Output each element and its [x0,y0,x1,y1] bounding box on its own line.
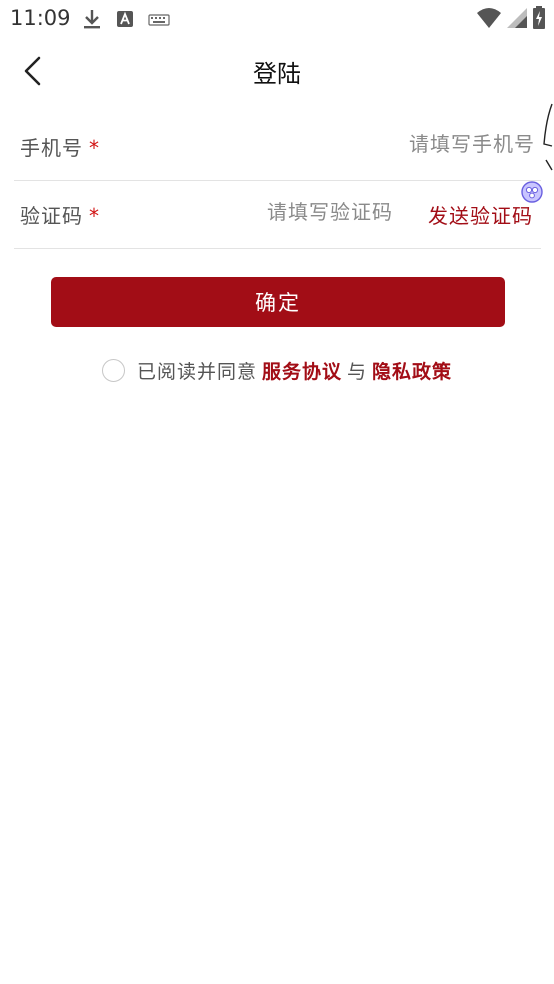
status-system-icons [476,6,546,34]
floating-assistant-icon[interactable] [520,180,544,204]
phone-input[interactable] [235,126,535,162]
required-mark: * [89,136,100,160]
phone-label: 手机号 * [20,132,100,161]
keyboard-icon [148,12,170,31]
code-label-text: 验证码 [20,204,83,228]
required-mark: * [89,204,100,228]
battery-charging-icon [532,6,546,34]
edge-handle-decoration [542,100,554,184]
confirm-button[interactable]: 确定 [51,277,505,327]
text-a-icon [116,10,134,32]
privacy-link[interactable]: 隐私政策 [372,357,452,384]
code-label: 验证码 * [20,200,100,229]
status-bar: 11:09 [0,0,554,38]
code-input[interactable] [163,194,393,230]
send-code-button[interactable]: 发送验证码 [428,200,533,229]
cellular-signal-icon [506,7,528,33]
agreement-prefix: 已阅读并同意 [136,360,257,383]
terms-link[interactable]: 服务协议 [262,357,342,384]
nav-bar: 登陆 [0,40,554,100]
agreement-conjunction: 与 [347,360,368,383]
status-notification-icons [82,8,170,34]
download-icon [82,8,102,34]
agreement-row: 已阅读并同意 服务协议 与 隐私政策 [0,354,554,386]
phone-row: 手机号 * [14,112,541,181]
agree-checkbox[interactable] [101,358,125,382]
wifi-icon [476,7,502,33]
page-title: 登陆 [253,60,301,88]
code-row: 验证码* 发送验证码 [14,180,541,249]
status-time: 11:09 [10,6,71,30]
phone-label-text: 手机号 [20,136,83,160]
